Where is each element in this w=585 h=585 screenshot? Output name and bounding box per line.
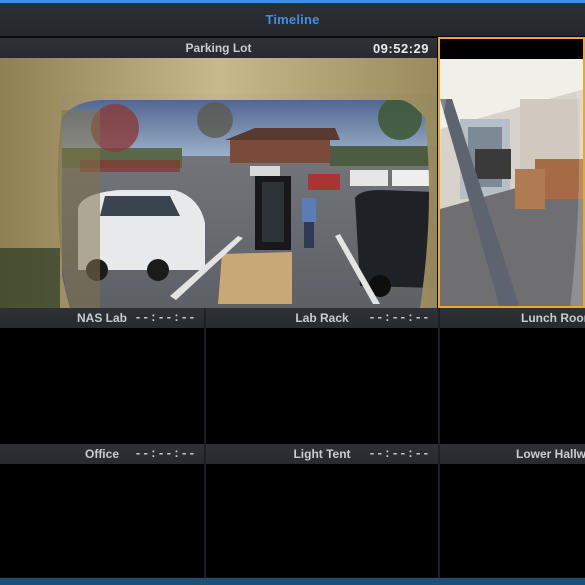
camera-feed-nas-lab[interactable] (0, 328, 204, 442)
camera-tile-header: Lab Rack --:--:-- (206, 308, 438, 328)
camera-tile-header: Lunch Room (440, 308, 585, 328)
camera-feed-office[interactable] (0, 464, 204, 578)
camera-tile-lower-hallway[interactable]: Lower Hallway (440, 444, 585, 578)
camera-tile-header (440, 39, 583, 59)
camera-tile-parking-lot[interactable]: Parking Lot 09:52:29 (0, 38, 437, 308)
camera-tile-nas-lab[interactable]: NAS Lab --:--:-- (0, 308, 204, 442)
camera-tile-lab-rack[interactable]: Lab Rack --:--:-- (206, 308, 438, 442)
bottom-status-bar (0, 578, 585, 585)
camera-timestamp: --:--:-- (368, 311, 430, 325)
camera-tile-lunch-room[interactable]: Lunch Room (440, 308, 585, 442)
camera-tile-header: Parking Lot 09:52:29 (0, 38, 437, 58)
camera-timestamp: --:--:-- (368, 447, 430, 461)
camera-feed-lunch-room[interactable] (440, 328, 585, 442)
camera-feed-lab-rack[interactable] (206, 328, 438, 442)
camera-tile-header: Lower Hallway (440, 444, 585, 464)
title-bar: Timeline (0, 3, 585, 36)
camera-tile-selected[interactable] (438, 37, 585, 308)
camera-tile-header: Light Tent --:--:-- (206, 444, 438, 464)
camera-tile-header: NAS Lab --:--:-- (0, 308, 204, 328)
window-title[interactable]: Timeline (265, 12, 319, 27)
camera-timestamp: --:--:-- (134, 311, 196, 325)
camera-feed-parking-lot[interactable] (0, 58, 437, 308)
camera-feed-lower-hallway[interactable] (440, 464, 585, 578)
camera-name: Parking Lot (185, 41, 252, 55)
camera-feed-light-tent[interactable] (206, 464, 438, 578)
office-video-frame (440, 59, 583, 306)
camera-timestamp: 09:52:29 (372, 41, 429, 56)
camera-feed-office-interior[interactable] (440, 59, 583, 306)
camera-tile-office[interactable]: Office --:--:-- (0, 444, 204, 578)
camera-name: Lower Hallway (516, 447, 585, 461)
camera-name: Lunch Room (521, 311, 585, 325)
parking-lot-video-frame (0, 58, 437, 308)
camera-tile-light-tent[interactable]: Light Tent --:--:-- (206, 444, 438, 578)
camera-timestamp: --:--:-- (134, 447, 196, 461)
camera-tile-header: Office --:--:-- (0, 444, 204, 464)
